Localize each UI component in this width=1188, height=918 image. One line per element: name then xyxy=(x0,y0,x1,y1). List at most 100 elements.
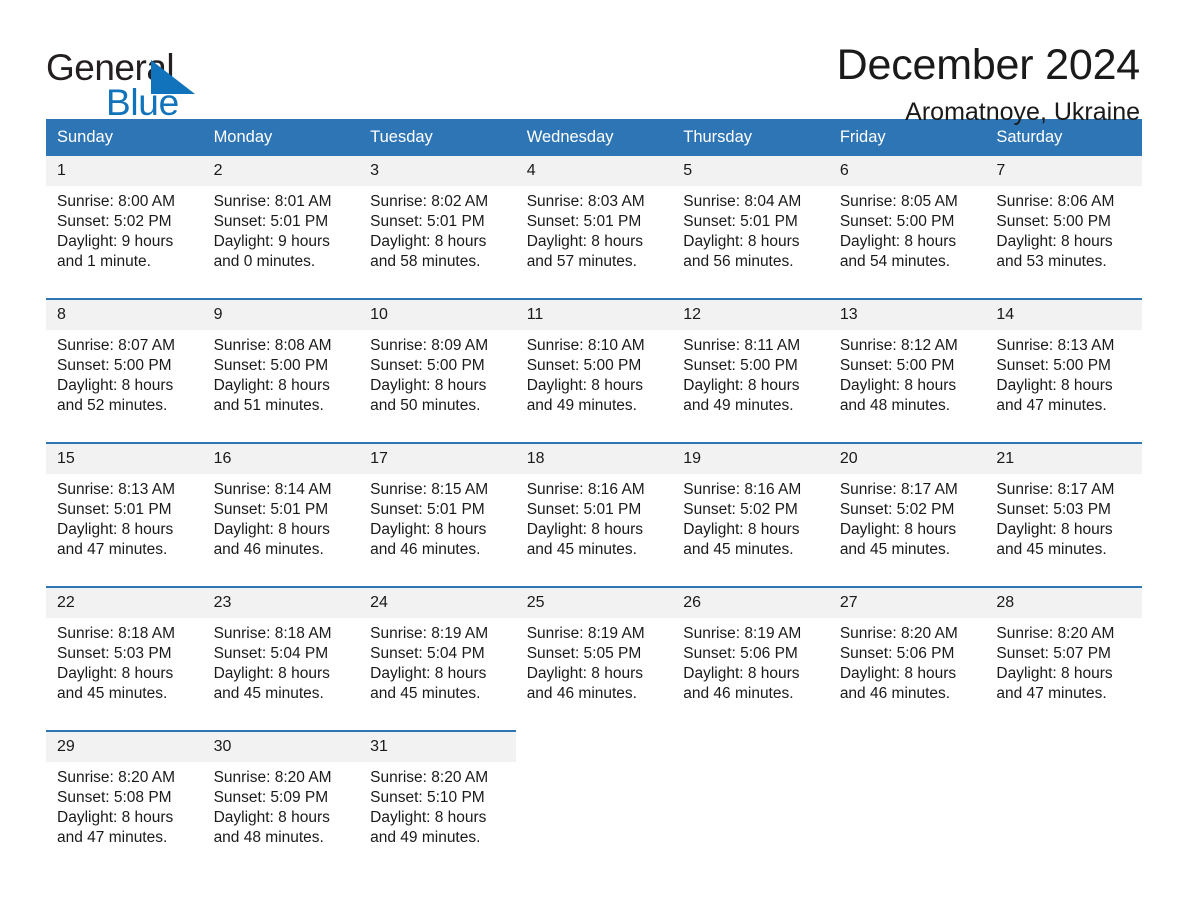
calendar-day-number[interactable]: 10 xyxy=(359,298,516,330)
calendar-day-number[interactable]: 12 xyxy=(672,298,829,330)
calendar-day-cell[interactable]: Sunrise: 8:19 AM Sunset: 5:06 PM Daylight:… xyxy=(672,618,829,731)
calendar-day-cell[interactable]: Sunrise: 8:11 AM Sunset: 5:00 PM Daylight:… xyxy=(672,330,829,443)
calendar-day-number[interactable]: 1 xyxy=(46,156,203,186)
calendar-day-cell[interactable]: Sunrise: 8:02 AM Sunset: 5:01 PM Daylight:… xyxy=(359,186,516,299)
weekday-header-wednesday: Wednesday xyxy=(515,119,673,156)
calendar-day-number[interactable]: 27 xyxy=(828,586,986,618)
calendar-day-number[interactable]: 9 xyxy=(202,298,360,330)
daylight-text-line1: Daylight: 8 hours xyxy=(370,233,487,250)
calendar-day-cell[interactable]: Sunrise: 8:20 AM Sunset: 5:09 PM Daylight:… xyxy=(202,762,360,874)
calendar-week-details: Sunrise: 8:20 AM Sunset: 5:08 PM Daylight:… xyxy=(46,762,1142,874)
calendar-day-number[interactable]: 23 xyxy=(202,586,360,618)
calendar-day-number[interactable]: 24 xyxy=(359,586,516,618)
sunrise-text: Sunrise: 8:07 AM xyxy=(57,337,176,354)
sunset-text: Sunset: 5:02 PM xyxy=(57,213,172,230)
calendar-day-number[interactable]: 22 xyxy=(46,586,203,618)
calendar-day-cell[interactable]: Sunrise: 8:01 AM Sunset: 5:01 PM Daylight:… xyxy=(202,186,360,299)
daylight-text-line1: Daylight: 9 hours xyxy=(213,233,330,250)
calendar-day-number[interactable]: 13 xyxy=(828,298,986,330)
sunrise-text: Sunrise: 8:04 AM xyxy=(683,193,802,210)
calendar-day-number[interactable]: 18 xyxy=(515,442,673,474)
calendar-day-number[interactable]: 29 xyxy=(46,730,203,762)
daylight-text-line1: Daylight: 8 hours xyxy=(683,233,800,250)
calendar-day-cell[interactable]: Sunrise: 8:13 AM Sunset: 5:01 PM Daylight:… xyxy=(46,474,203,587)
sunrise-text: Sunrise: 8:16 AM xyxy=(683,481,802,498)
calendar-day-cell[interactable]: Sunrise: 8:15 AM Sunset: 5:01 PM Daylight:… xyxy=(359,474,516,587)
calendar-day-number[interactable]: 3 xyxy=(359,156,516,186)
calendar-day-cell[interactable]: Sunrise: 8:14 AM Sunset: 5:01 PM Daylight:… xyxy=(202,474,360,587)
calendar-day-number[interactable]: 30 xyxy=(202,730,360,762)
calendar-day-number[interactable]: 6 xyxy=(828,156,986,186)
triangle-logo-icon xyxy=(151,60,195,94)
calendar-day-number[interactable]: 20 xyxy=(828,442,986,474)
sunrise-text: Sunrise: 8:01 AM xyxy=(213,193,332,210)
daylight-text-line1: Daylight: 8 hours xyxy=(57,377,174,394)
calendar-day-number[interactable]: 21 xyxy=(985,442,1142,474)
sunset-text: Sunset: 5:01 PM xyxy=(526,501,642,518)
calendar-day-cell[interactable]: Sunrise: 8:18 AM Sunset: 5:04 PM Daylight:… xyxy=(202,618,360,731)
sunset-text: Sunset: 5:01 PM xyxy=(370,501,485,518)
calendar-day-cell[interactable]: Sunrise: 8:16 AM Sunset: 5:02 PM Daylight:… xyxy=(672,474,829,587)
calendar-day-empty xyxy=(672,730,829,762)
weekday-header-thursday: Thursday xyxy=(672,119,829,156)
calendar-day-cell[interactable]: Sunrise: 8:03 AM Sunset: 5:01 PM Daylight:… xyxy=(515,186,673,299)
calendar-day-cell[interactable]: Sunrise: 8:19 AM Sunset: 5:05 PM Daylight:… xyxy=(515,618,673,731)
calendar-day-cell[interactable]: Sunrise: 8:17 AM Sunset: 5:03 PM Daylight:… xyxy=(985,474,1142,587)
calendar-day-number[interactable]: 19 xyxy=(672,442,829,474)
daylight-text-line1: Daylight: 8 hours xyxy=(370,665,487,682)
calendar-day-number[interactable]: 14 xyxy=(985,298,1142,330)
daylight-text-line1: Daylight: 8 hours xyxy=(996,665,1113,682)
daylight-text-line2: and 46 minutes. xyxy=(370,541,481,558)
sunrise-text: Sunrise: 8:13 AM xyxy=(996,337,1115,354)
calendar-day-cell[interactable]: Sunrise: 8:10 AM Sunset: 5:00 PM Daylight:… xyxy=(515,330,673,443)
calendar-day-cell[interactable]: Sunrise: 8:06 AM Sunset: 5:00 PM Daylight:… xyxy=(985,186,1142,299)
calendar-cell-empty xyxy=(828,762,986,874)
calendar-day-number[interactable]: 8 xyxy=(46,298,203,330)
daylight-text-line1: Daylight: 8 hours xyxy=(213,521,330,538)
calendar-day-number[interactable]: 28 xyxy=(985,586,1142,618)
calendar-day-number[interactable]: 11 xyxy=(515,298,673,330)
calendar-day-number[interactable]: 2 xyxy=(202,156,360,186)
calendar-week-daynumbers: 22 23 24 25 26 27 28 xyxy=(46,586,1142,618)
calendar-day-number[interactable]: 4 xyxy=(515,156,673,186)
calendar-day-cell[interactable]: Sunrise: 8:20 AM Sunset: 5:07 PM Daylight:… xyxy=(985,618,1142,731)
daylight-text-line1: Daylight: 8 hours xyxy=(526,665,643,682)
sunset-text: Sunset: 5:00 PM xyxy=(57,357,172,374)
daylight-text-line2: and 50 minutes. xyxy=(370,397,481,414)
calendar-day-cell[interactable]: Sunrise: 8:18 AM Sunset: 5:03 PM Daylight:… xyxy=(46,618,203,731)
calendar-day-cell[interactable]: Sunrise: 8:05 AM Sunset: 5:00 PM Daylight:… xyxy=(828,186,986,299)
calendar-day-cell[interactable]: Sunrise: 8:00 AM Sunset: 5:02 PM Daylight:… xyxy=(46,186,203,299)
calendar-day-number[interactable]: 31 xyxy=(359,730,516,762)
calendar-day-cell[interactable]: Sunrise: 8:04 AM Sunset: 5:01 PM Daylight:… xyxy=(672,186,829,299)
calendar-day-number[interactable]: 16 xyxy=(202,442,360,474)
calendar-day-number[interactable]: 26 xyxy=(672,586,829,618)
sunrise-text: Sunrise: 8:10 AM xyxy=(526,337,645,354)
calendar-day-cell[interactable]: Sunrise: 8:07 AM Sunset: 5:00 PM Daylight:… xyxy=(46,330,203,443)
calendar-day-cell[interactable]: Sunrise: 8:20 AM Sunset: 5:06 PM Daylight:… xyxy=(828,618,986,731)
calendar-day-cell[interactable]: Sunrise: 8:16 AM Sunset: 5:01 PM Daylight:… xyxy=(515,474,673,587)
calendar-day-cell[interactable]: Sunrise: 8:09 AM Sunset: 5:00 PM Daylight:… xyxy=(359,330,516,443)
calendar-day-cell[interactable]: Sunrise: 8:20 AM Sunset: 5:08 PM Daylight:… xyxy=(46,762,203,874)
calendar-day-number[interactable]: 17 xyxy=(359,442,516,474)
calendar-cell-empty xyxy=(985,762,1142,874)
daylight-text-line1: Daylight: 8 hours xyxy=(213,809,330,826)
calendar-day-number[interactable]: 15 xyxy=(46,442,203,474)
sunset-text: Sunset: 5:07 PM xyxy=(996,645,1111,662)
daylight-text-line1: Daylight: 8 hours xyxy=(839,665,957,682)
sunrise-text: Sunrise: 8:20 AM xyxy=(57,769,176,786)
sunset-text: Sunset: 5:04 PM xyxy=(370,645,485,662)
daylight-text-line2: and 45 minutes. xyxy=(839,541,951,558)
calendar-day-number[interactable]: 7 xyxy=(985,156,1142,186)
calendar-day-cell[interactable]: Sunrise: 8:20 AM Sunset: 5:10 PM Daylight:… xyxy=(359,762,516,874)
daylight-text-line1: Daylight: 8 hours xyxy=(996,377,1113,394)
daylight-text-line1: Daylight: 8 hours xyxy=(213,665,330,682)
calendar-day-cell[interactable]: Sunrise: 8:12 AM Sunset: 5:00 PM Daylight:… xyxy=(828,330,986,443)
calendar-day-number[interactable]: 25 xyxy=(515,586,673,618)
calendar-day-cell[interactable]: Sunrise: 8:17 AM Sunset: 5:02 PM Daylight:… xyxy=(828,474,986,587)
calendar-day-cell[interactable]: Sunrise: 8:13 AM Sunset: 5:00 PM Daylight:… xyxy=(985,330,1142,443)
daylight-text-line2: and 49 minutes. xyxy=(526,397,637,414)
calendar-day-number[interactable]: 5 xyxy=(672,156,829,186)
calendar-day-cell[interactable]: Sunrise: 8:08 AM Sunset: 5:00 PM Daylight:… xyxy=(202,330,360,443)
generalblue-logo[interactable]: General Blue xyxy=(46,40,246,124)
calendar-day-cell[interactable]: Sunrise: 8:19 AM Sunset: 5:04 PM Daylight:… xyxy=(359,618,516,731)
